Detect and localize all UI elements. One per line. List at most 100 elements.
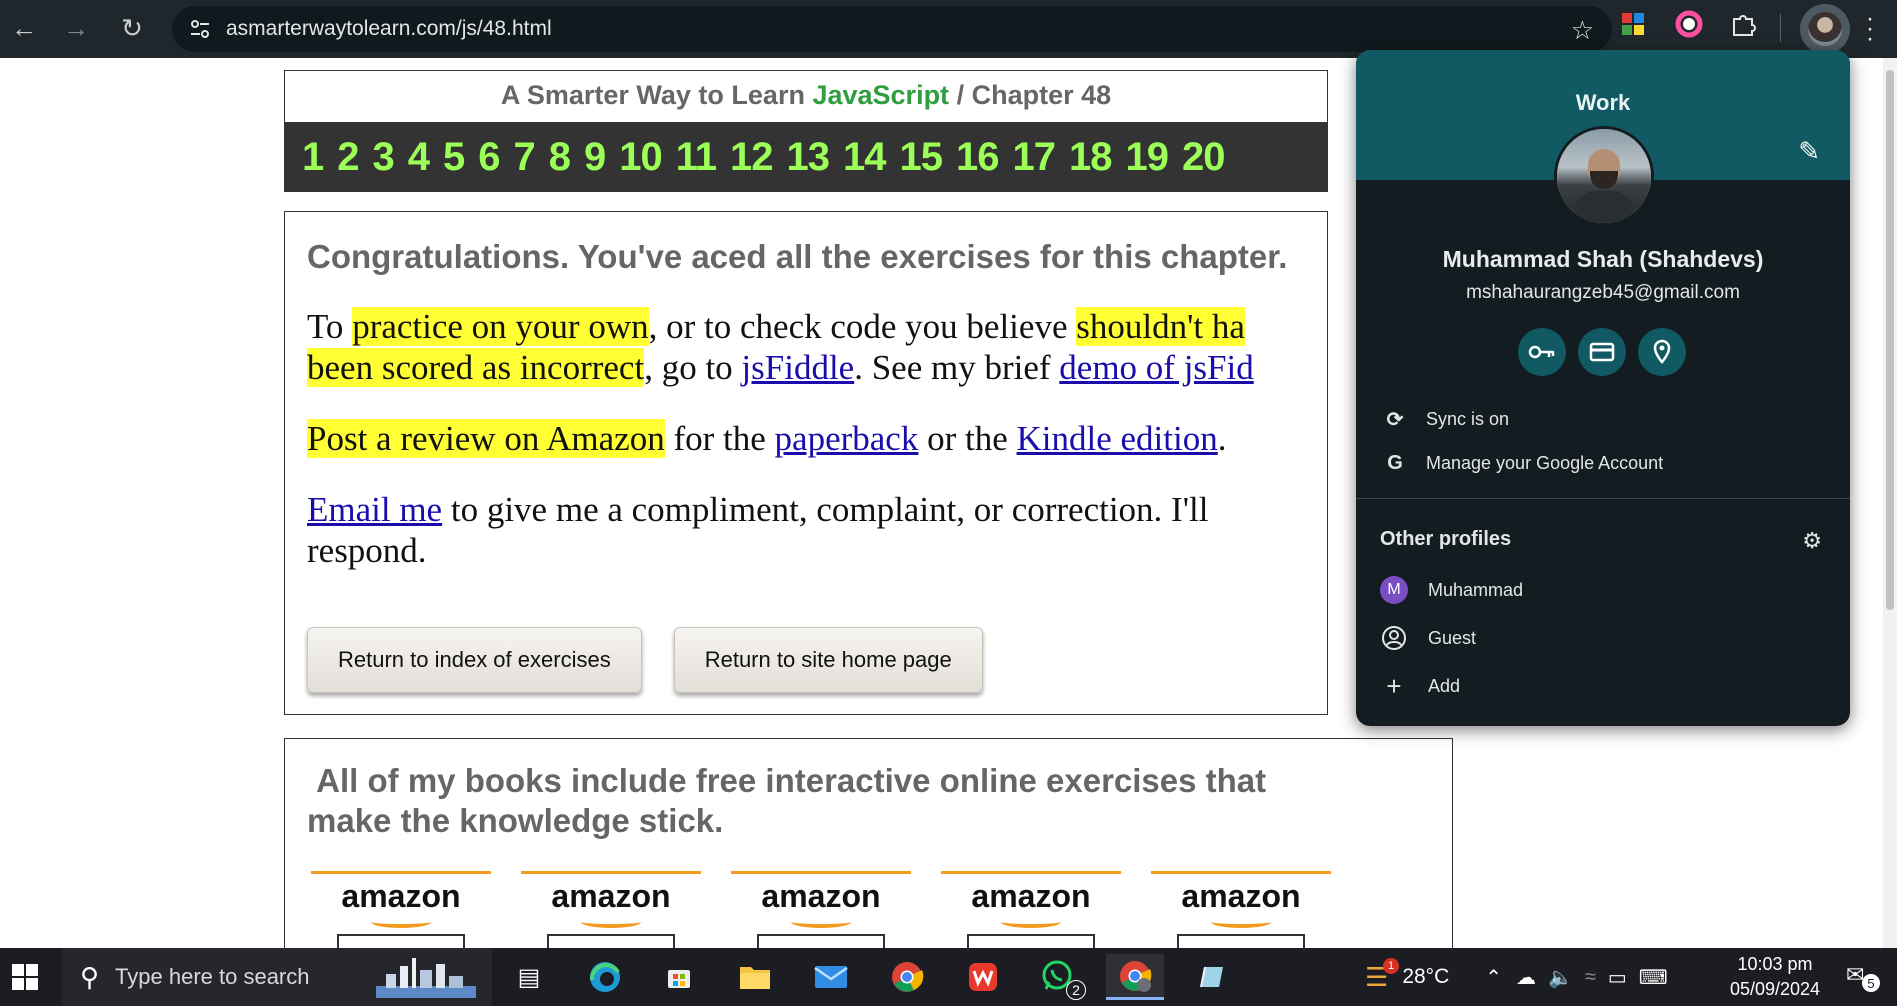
header-chapter: / Chapter 48 bbox=[956, 80, 1112, 110]
jsfiddle-demo-link[interactable]: demo of jsFid bbox=[1059, 348, 1253, 387]
paperback-link[interactable]: paperback bbox=[775, 419, 919, 458]
profile-item-muhammad[interactable]: M Muhammad bbox=[1380, 574, 1523, 606]
taskbar-clock[interactable]: 10:03 pm 05/09/2024 bbox=[1720, 952, 1830, 1002]
chapter-link[interactable]: 3 bbox=[373, 135, 395, 180]
highlight-text: been scored as incorrect bbox=[307, 348, 645, 387]
site-settings-icon[interactable] bbox=[188, 17, 212, 41]
microsoft-store-icon[interactable] bbox=[650, 954, 708, 1000]
forward-icon[interactable]: → bbox=[56, 8, 96, 48]
battery-icon[interactable]: ▭ bbox=[1608, 965, 1627, 990]
payment-card-icon[interactable] bbox=[1578, 328, 1626, 376]
review-paragraph: Post a review on Amazon for the paperbac… bbox=[307, 418, 1305, 459]
add-plus-icon: + bbox=[1386, 670, 1402, 701]
manage-account-label: Manage your Google Account bbox=[1426, 452, 1664, 473]
amazon-logo[interactable]: amazon bbox=[311, 871, 491, 948]
chapter-link[interactable]: 18 bbox=[1069, 135, 1112, 180]
extension-ring-icon[interactable] bbox=[1674, 9, 1704, 39]
temperature[interactable]: 28°C bbox=[1402, 965, 1449, 989]
chrome-icon[interactable] bbox=[878, 954, 936, 1000]
chapter-link[interactable]: 1 bbox=[302, 135, 324, 180]
wifi-icon[interactable]: ≈ bbox=[1585, 966, 1596, 989]
chapter-link[interactable]: 17 bbox=[1013, 135, 1056, 180]
windows-taskbar: ⚲ Type here to search ▤ 2 ☰ 1 28°C ⌃ ☁ 🔈… bbox=[0, 948, 1897, 1006]
notification-center-icon[interactable]: ✉ 5 bbox=[1846, 962, 1880, 994]
congrats-heading: Congratulations. You've aced all the exe… bbox=[307, 238, 1288, 275]
file-explorer-icon[interactable] bbox=[726, 954, 784, 1000]
amazon-logo[interactable]: amazon bbox=[1151, 871, 1331, 948]
manage-profiles-gear-icon[interactable]: ⚙ bbox=[1802, 528, 1822, 554]
chapter-link[interactable]: 19 bbox=[1126, 135, 1169, 180]
chapter-link[interactable]: 16 bbox=[956, 135, 999, 180]
chapter-link[interactable]: 2 bbox=[337, 135, 359, 180]
onedrive-cloud-icon[interactable]: ☁ bbox=[1516, 965, 1536, 990]
search-highlight-city-icon bbox=[376, 958, 476, 998]
whatsapp-icon[interactable]: 2 bbox=[1030, 954, 1088, 1000]
search-icon: ⚲ bbox=[80, 961, 100, 992]
profile-item-label: Guest bbox=[1428, 627, 1477, 648]
notepad-app-icon[interactable] bbox=[1182, 954, 1240, 1000]
profile-avatar bbox=[1554, 126, 1654, 226]
edge-browser-icon[interactable] bbox=[576, 954, 634, 1000]
windows-start-icon[interactable] bbox=[12, 964, 38, 990]
url-text[interactable]: asmarterwaytolearn.com/js/48.html bbox=[226, 17, 552, 41]
practice-paragraph: To practice on your own, or to check cod… bbox=[307, 306, 1305, 388]
wps-office-icon[interactable] bbox=[954, 954, 1012, 1000]
manage-account-row[interactable]: G Manage your Google Account bbox=[1380, 448, 1663, 478]
chrome-profile-window-icon[interactable] bbox=[1106, 954, 1164, 1000]
email-paragraph: Email me to give me a compliment, compla… bbox=[307, 489, 1305, 571]
edit-pencil-icon[interactable]: ✎ bbox=[1798, 136, 1820, 167]
chapter-link[interactable]: 15 bbox=[900, 135, 943, 180]
back-icon[interactable]: ← bbox=[4, 8, 44, 48]
amazon-logo[interactable]: amazon bbox=[521, 871, 701, 948]
email-me-link[interactable]: Email me bbox=[307, 490, 442, 529]
profile-label: Work bbox=[1575, 90, 1631, 115]
chapter-link[interactable]: 12 bbox=[730, 135, 773, 180]
return-home-button[interactable]: Return to site home page bbox=[673, 627, 983, 693]
return-index-button[interactable]: Return to index of exercises bbox=[307, 627, 642, 693]
address-bar[interactable]: asmarterwaytolearn.com/js/48.html ☆ bbox=[172, 6, 1612, 52]
taskbar-search-box[interactable]: ⚲ Type here to search bbox=[62, 948, 492, 1006]
chapter-link[interactable]: 6 bbox=[478, 135, 500, 180]
passwords-key-icon[interactable] bbox=[1518, 328, 1566, 376]
extension-colorful-icon[interactable] bbox=[1618, 9, 1648, 39]
amazon-logo[interactable]: amazon bbox=[941, 871, 1121, 948]
chapter-link[interactable]: 9 bbox=[584, 135, 606, 180]
profile-avatar-button[interactable] bbox=[1800, 4, 1850, 54]
chapter-link[interactable]: 20 bbox=[1182, 135, 1225, 180]
chapter-link[interactable]: 10 bbox=[619, 135, 662, 180]
text: , or to check code you believe bbox=[648, 307, 1077, 346]
clock-time: 10:03 pm bbox=[1737, 954, 1813, 974]
chapter-link[interactable]: 13 bbox=[787, 135, 830, 180]
chapter-link[interactable]: 8 bbox=[549, 135, 571, 180]
addresses-location-icon[interactable] bbox=[1638, 328, 1686, 376]
chapter-link[interactable]: 14 bbox=[843, 135, 886, 180]
extensions-puzzle-icon[interactable] bbox=[1728, 9, 1758, 39]
keyboard-icon[interactable]: ⌨ bbox=[1639, 965, 1668, 990]
site-header: A Smarter Way to Learn JavaScript / Chap… bbox=[284, 70, 1328, 124]
jsfiddle-link[interactable]: jsFiddle bbox=[741, 348, 854, 387]
task-view-icon[interactable]: ▤ bbox=[500, 954, 558, 1000]
page-scrollbar[interactable] bbox=[1883, 58, 1897, 948]
chapter-link[interactable]: 7 bbox=[514, 135, 536, 180]
reload-icon[interactable]: ↻ bbox=[112, 8, 152, 48]
text: . bbox=[1217, 419, 1227, 458]
amazon-text: amazon bbox=[551, 878, 671, 914]
add-profile-item[interactable]: + Add bbox=[1380, 670, 1460, 702]
profile-item-guest[interactable]: Guest bbox=[1380, 622, 1476, 654]
text: for the bbox=[664, 419, 775, 458]
text: respond. bbox=[307, 531, 427, 570]
kindle-link[interactable]: Kindle edition bbox=[1017, 419, 1218, 458]
chapter-link[interactable]: 11 bbox=[676, 135, 717, 180]
sync-status-row[interactable]: ⟳ Sync is on bbox=[1380, 404, 1509, 434]
weather-icon[interactable]: ☰ 1 bbox=[1365, 957, 1399, 993]
amazon-logo[interactable]: amazon bbox=[731, 871, 911, 948]
sync-label: Sync is on bbox=[1426, 408, 1510, 429]
chrome-menu-icon[interactable]: · · · bbox=[1866, 7, 1874, 51]
chapter-link[interactable]: 4 bbox=[408, 135, 430, 180]
chapter-link[interactable]: 5 bbox=[443, 135, 465, 180]
show-hidden-icons-chevron-icon[interactable]: ⌃ bbox=[1485, 965, 1502, 990]
mail-icon[interactable] bbox=[802, 954, 860, 1000]
bookmark-star-icon[interactable]: ☆ bbox=[1571, 15, 1594, 46]
books-line-1: All of my books include free interactive… bbox=[316, 762, 1267, 799]
volume-icon[interactable]: 🔈 bbox=[1548, 965, 1573, 990]
